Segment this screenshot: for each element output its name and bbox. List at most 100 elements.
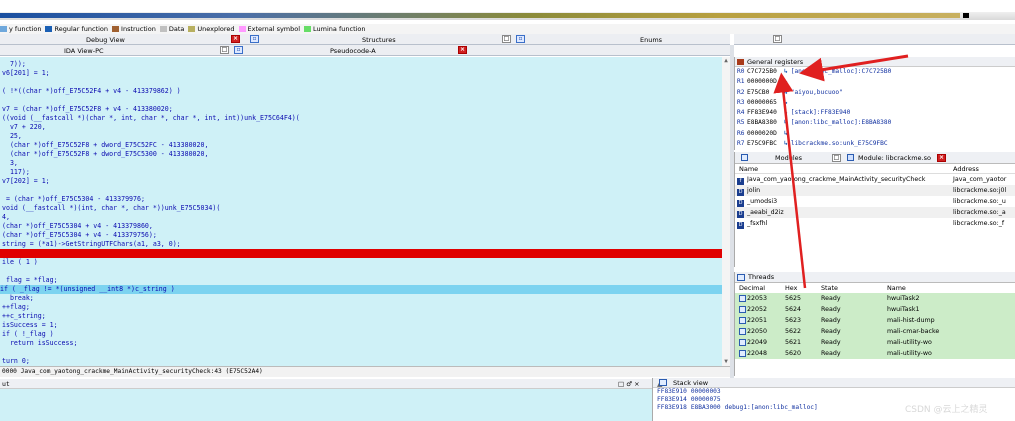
navigation-strip[interactable]: [0, 13, 960, 18]
tab-pseudocode[interactable]: Pseudocode-A: [330, 47, 376, 55]
arrow-icon[interactable]: ↳: [784, 130, 788, 137]
thread-row[interactable]: 22050 5622 Ready mali-cmar-backe: [735, 326, 1015, 337]
register-value[interactable]: E75C9FBC: [747, 139, 781, 149]
restore-icon[interactable]: □: [832, 154, 841, 162]
register-row[interactable]: R4 FF83E940 ↳ [stack]:FF83E940: [735, 108, 1015, 118]
restore-icon[interactable]: ▫: [250, 35, 259, 43]
tab-ida-view[interactable]: IDA View-PC: [64, 47, 104, 55]
code-line[interactable]: void (__fastcall *)(int, char *, char *)…: [2, 204, 220, 213]
code-line[interactable]: 3,: [2, 159, 18, 168]
code-line[interactable]: v6[201] = 1;: [2, 69, 50, 78]
arrow-icon[interactable]: ↳: [784, 119, 788, 126]
code-line[interactable]: turn 0;: [2, 357, 30, 366]
thread-row[interactable]: 22051 5623 Ready mali-hist-dump: [735, 315, 1015, 326]
code-line[interactable]: 4,: [2, 213, 10, 222]
code-line[interactable]: 117);: [2, 168, 30, 177]
code-line[interactable]: v7 = (char *)off_E75C52F8 + v4 - 4133800…: [2, 105, 173, 114]
register-value[interactable]: 0000020D: [747, 129, 781, 139]
module-row[interactable]: D _umodsi3 libcrackme.so:_u: [735, 196, 1015, 207]
thread-row[interactable]: 22048 5620 Ready mali-utility-wo: [735, 348, 1015, 359]
register-value[interactable]: FF83E940: [747, 108, 781, 118]
register-row[interactable]: R1 0000000D ↳: [735, 77, 1015, 87]
register-value[interactable]: C7C725B0: [747, 67, 781, 77]
code-line[interactable]: (char *)off_E75C52F8 + dword_E75C52FC - …: [2, 141, 209, 150]
code-line[interactable]: 7));: [2, 60, 26, 69]
register-value[interactable]: E8BA8380: [747, 118, 781, 128]
code-line[interactable]: break;: [2, 294, 34, 303]
code-line[interactable]: ((void (__fastcall *)(char *, int, char …: [2, 114, 300, 123]
code-line[interactable]: flag = *flag;: [2, 276, 58, 285]
register-row[interactable]: R2 E75CB0 ↳ "aiyou,bucuoo": [735, 88, 1015, 98]
arrow-icon[interactable]: ↳: [784, 89, 788, 96]
breakpoint-line[interactable]: [0, 249, 730, 258]
scroll-down-icon[interactable]: ▼: [722, 358, 730, 366]
code-line[interactable]: ile ( 1 ): [2, 258, 38, 267]
arrow-icon[interactable]: ↳: [784, 99, 788, 106]
code-line[interactable]: return isSuccess;: [2, 339, 78, 348]
tab-debug-view[interactable]: Debug View: [86, 36, 125, 44]
code-line[interactable]: v7[202] = 1;: [2, 177, 50, 186]
window-icon[interactable]: ▫: [234, 46, 243, 54]
code-line[interactable]: string = (*a1)->GetStringUTFChars(a1, a3…: [2, 240, 181, 249]
restore-icon[interactable]: □: [773, 35, 782, 43]
column-decimal[interactable]: Decimal: [739, 283, 765, 293]
code-line[interactable]: (char *)off_E75C52F8 + dword_E75C5300 - …: [2, 150, 209, 159]
stack-row[interactable]: FF83E910 00000003: [653, 388, 1015, 396]
arrow-icon[interactable]: ↳: [784, 78, 788, 85]
close-icon[interactable]: ×: [458, 46, 467, 54]
code-line[interactable]: isSuccess = 1;: [2, 321, 58, 330]
code-line[interactable]: if ( !_flag ): [2, 330, 54, 339]
restore-icon[interactable]: □: [220, 46, 229, 54]
column-name[interactable]: Name: [739, 164, 758, 174]
modules-rows[interactable]: f Java_com_yaotong_crackme_MainActivity_s…: [735, 174, 1015, 229]
code-line[interactable]: (char *)off_E75C5304 + v4 - 413379756);: [2, 231, 157, 240]
output-body[interactable]: [0, 389, 652, 421]
thread-row[interactable]: 22053 5625 Ready hwuiTask2: [735, 293, 1015, 304]
module-row[interactable]: Djolin libcrackme.so:j0l: [735, 185, 1015, 196]
register-value[interactable]: E75CB0: [747, 88, 781, 98]
module-row[interactable]: D _fsxfhl libcrackme.so:_f: [735, 218, 1015, 229]
thread-row[interactable]: 22052 5624 Ready hwuiTask1: [735, 304, 1015, 315]
window-icon[interactable]: ▫: [516, 35, 525, 43]
code-line[interactable]: = (char *)off_E75C5304 - 413379976;: [2, 195, 145, 204]
close-icon[interactable]: ×: [937, 154, 946, 162]
code-line[interactable]: ++c_string;: [2, 312, 46, 321]
column-state[interactable]: State: [821, 283, 838, 293]
tab-modules[interactable]: Modules: [775, 154, 802, 162]
arrow-icon[interactable]: ↳: [784, 109, 788, 116]
code-line[interactable]: 25,: [2, 132, 22, 141]
pseudocode-panel[interactable]: 7)); v6[201] = 1; ( !*((char *)off_E75C52F…: [0, 57, 730, 366]
register-row[interactable]: R3 00000065 ↳: [735, 98, 1015, 108]
register-rows[interactable]: R0 C7C725B0 ↳ [anon:libc_malloc]:C7C725B0 R1…: [735, 67, 1015, 149]
module-row[interactable]: D _aeabi_d2iz libcrackme.so:_a: [735, 207, 1015, 218]
panel-controls[interactable]: □ ♂ ×: [618, 380, 640, 388]
current-line[interactable]: if ( _flag != *(unsigned __int8 *)c_stri…: [0, 285, 730, 294]
register-value[interactable]: 0000000D: [747, 77, 781, 87]
code-line[interactable]: ++flag;: [2, 303, 30, 312]
threads-rows[interactable]: 22053 5625 Ready hwuiTask2 22052 5624 Ready hwu…: [735, 293, 1015, 359]
code-line[interactable]: ( !*((char *)off_E75C52F4 + v4 - 4133798…: [2, 87, 181, 96]
navigation-marker[interactable]: [963, 13, 969, 18]
column-address[interactable]: Address: [953, 164, 979, 174]
tab-module-libcrackme[interactable]: Module: libcrackme.so: [858, 154, 931, 162]
column-hex[interactable]: Hex: [785, 283, 797, 293]
arrow-icon[interactable]: ↳: [784, 140, 788, 147]
code-line[interactable]: v7 + 220,: [2, 123, 46, 132]
tab-enums[interactable]: Enums: [640, 36, 662, 44]
scroll-up-icon[interactable]: ▲: [722, 57, 730, 65]
thread-name: mali-hist-dump: [887, 317, 935, 324]
register-row[interactable]: R0 C7C725B0 ↳ [anon:libc_malloc]:C7C725B0: [735, 67, 1015, 77]
register-row[interactable]: R5 E8BA8380 ↳ [anon:libc_malloc]:E8BA8380: [735, 118, 1015, 128]
register-row[interactable]: R7 E75C9FBC ↳ libcrackme.so:unk_E75C9FBC: [735, 139, 1015, 149]
module-row[interactable]: f Java_com_yaotong_crackme_MainActivity_s…: [735, 174, 1015, 185]
thread-row[interactable]: 22049 5621 Ready mali-utility-wo: [735, 337, 1015, 348]
code-line[interactable]: (char *)off_E75C5304 + v4 - 413379860,: [2, 222, 153, 231]
register-value[interactable]: 00000065: [747, 98, 781, 108]
register-row[interactable]: R6 0000020D ↳: [735, 129, 1015, 139]
arrow-icon[interactable]: ↳: [784, 68, 788, 75]
close-icon[interactable]: ×: [231, 35, 240, 43]
column-thread-name[interactable]: Name: [887, 283, 906, 293]
restore-icon[interactable]: □: [502, 35, 511, 43]
tab-structures[interactable]: Structures: [362, 36, 396, 44]
code-scrollbar[interactable]: ▲ ▼: [722, 57, 730, 366]
